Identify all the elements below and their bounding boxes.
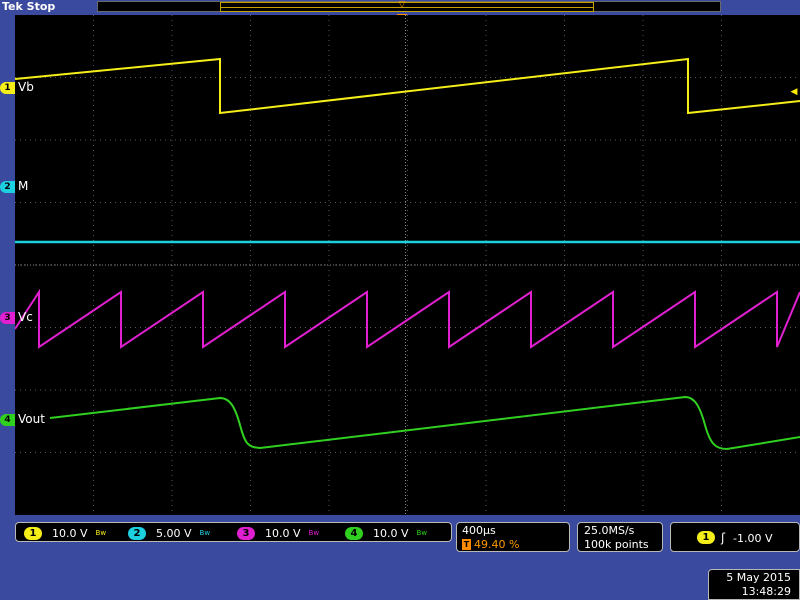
trigger-position-value: 49.40 % xyxy=(474,538,520,551)
acquisition-settings[interactable]: 25.0MS/s 100k points xyxy=(577,522,663,552)
trigger-marker-icon: T xyxy=(462,539,471,550)
graticule xyxy=(15,15,800,515)
ch3-scale: 10.0 V xyxy=(265,526,301,540)
trigger-level: -1.00 V xyxy=(733,531,773,545)
ch4-bandwidth-icon: Bw xyxy=(416,529,428,537)
ch2-scale: 5.00 V xyxy=(156,526,192,540)
ch2-badge: 2 xyxy=(128,526,146,540)
time-per-division: 400µs xyxy=(462,524,496,537)
sample-rate: 25.0MS/s xyxy=(584,524,635,537)
ch4-scale: 10.0 V xyxy=(373,526,409,540)
ch4-label: Vout xyxy=(18,412,45,426)
horizontal-settings[interactable]: 400µs T 49.40 % xyxy=(456,522,570,552)
ch4-ground-marker[interactable]: 4 xyxy=(0,414,15,426)
trigger-position-icon: ▽ xyxy=(398,0,406,10)
rising-edge-icon: ʃ xyxy=(721,531,726,545)
ch4-waveform xyxy=(49,395,800,451)
ch3-badge: 3 xyxy=(237,526,255,540)
ch3-bandwidth-icon: Bw xyxy=(308,529,320,537)
ch1-ground-marker[interactable]: 1 xyxy=(0,82,15,94)
acquisition-status: Tek Stop xyxy=(2,0,56,13)
trigger-readout: ʃ -1.00 V xyxy=(717,531,773,545)
channel-settings-panel[interactable]: 1 10.0 V Bw 2 5.00 V Bw 3 10.0 V Bw 4 10… xyxy=(15,522,452,542)
ch4-settings[interactable]: 4 10.0 V Bw xyxy=(345,526,427,540)
trigger-level-arrow-icon[interactable]: ◀ xyxy=(788,86,800,98)
ch1-badge: 1 xyxy=(24,526,42,540)
trigger-settings[interactable]: 1 ʃ -1.00 V xyxy=(670,522,800,552)
ch1-settings[interactable]: 1 10.0 V Bw xyxy=(24,526,106,540)
waveform-display[interactable] xyxy=(15,15,800,515)
record-length: 100k points xyxy=(584,538,649,551)
trigger-position-readout: T 49.40 % xyxy=(462,538,519,551)
time: 13:48:29 xyxy=(741,585,791,598)
ch2-settings[interactable]: 2 5.00 V Bw xyxy=(128,526,210,540)
ch1-label: Vb xyxy=(18,80,34,94)
trigger-source-badge: 1 xyxy=(697,531,715,544)
ch3-label: Vc xyxy=(18,310,33,324)
ch2-ground-marker[interactable]: 2 xyxy=(0,181,15,193)
ch3-ground-marker[interactable]: 3 xyxy=(0,312,15,324)
ch4-badge: 4 xyxy=(345,526,363,540)
date: 5 May 2015 xyxy=(726,571,791,584)
ch3-settings[interactable]: 3 10.0 V Bw xyxy=(237,526,319,540)
ch2-bandwidth-icon: Bw xyxy=(199,529,211,537)
ch1-scale: 10.0 V xyxy=(52,526,88,540)
datetime-panel: 5 May 2015 13:48:29 xyxy=(708,569,800,600)
ch2-label: M xyxy=(18,179,29,193)
ch1-bandwidth-icon: Bw xyxy=(95,529,107,537)
